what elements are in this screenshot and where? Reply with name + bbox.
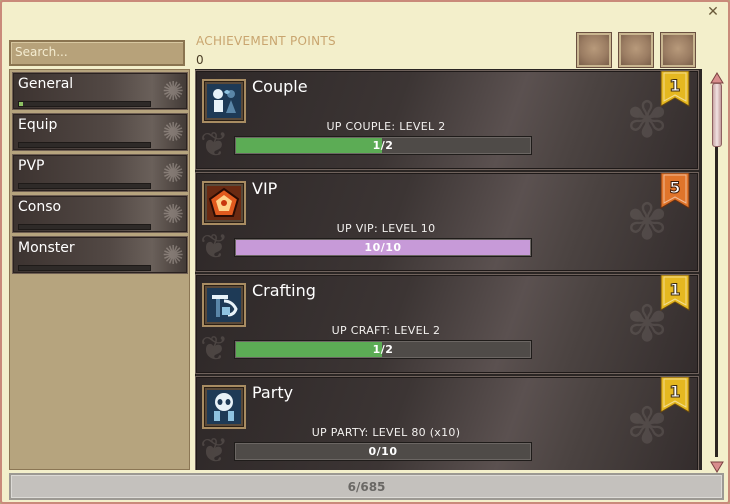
rank-badge: 5 — [660, 172, 690, 209]
leaf-icon: ✺ — [162, 77, 184, 107]
leaf-icon: ✺ — [162, 159, 184, 189]
reward-slot-3[interactable] — [661, 33, 695, 67]
rank-badge: 1 — [660, 376, 690, 413]
leaf-icon: ✺ — [162, 241, 184, 271]
achievement-progress-text: 10/10 — [364, 241, 402, 254]
leaf-icon: ✺ — [162, 200, 184, 230]
couple-icon — [202, 79, 246, 123]
achievement-points-label: ACHIEVEMENT POINTS — [196, 34, 336, 48]
category-progress-bar — [18, 183, 151, 189]
reward-slot-2[interactable] — [619, 33, 653, 67]
achievement-card-party[interactable]: ❦ ✾ Party UP PARTY: LEVEL 80 (x10) 0/10 — [195, 376, 699, 470]
category-conso[interactable]: Conso ✺ — [12, 195, 188, 233]
category-progress-bar — [18, 265, 151, 271]
achievement-card-crafting[interactable]: ❦ ✾ Crafting UP CRAFT: LEVEL 2 1/2 1 — [195, 274, 699, 374]
achievement-card-vip[interactable]: ❦ ✾ VIP UP VIP: LEVEL 10 10/10 5 — [195, 172, 699, 272]
category-progress-bar — [18, 142, 151, 148]
scroll-down-icon[interactable] — [710, 458, 724, 473]
achievements-window: ✕ Search... ACHIEVEMENT POINTS 0 General… — [0, 0, 730, 504]
reward-slot-1[interactable] — [577, 33, 611, 67]
achievement-progress-bar: 1/2 — [234, 340, 532, 359]
achievement-progress-text: 1/2 — [372, 343, 394, 356]
rank-badge: 1 — [660, 70, 690, 107]
category-progress-bar — [18, 101, 151, 107]
rank-value: 5 — [669, 178, 680, 197]
achievement-title: Party — [252, 383, 294, 402]
category-monster[interactable]: Monster ✺ — [12, 236, 188, 274]
rank-value: 1 — [669, 280, 680, 299]
achievement-description: UP PARTY: LEVEL 80 (x10) — [311, 426, 461, 439]
achievement-progress-bar: 10/10 — [234, 238, 532, 257]
achievement-description: UP COUPLE: LEVEL 2 — [326, 120, 446, 133]
achievement-points-value: 0 — [196, 53, 204, 67]
achievement-title: Couple — [252, 77, 308, 96]
scroll-thumb[interactable] — [712, 83, 722, 147]
scroll-up-icon[interactable] — [710, 69, 724, 84]
total-progress-text: 6/685 — [347, 480, 386, 494]
search-input[interactable]: Search... — [9, 40, 185, 66]
category-label: PVP — [18, 158, 45, 174]
achievement-card-couple[interactable]: ❦ ✾ Couple UP COUPLE: LEVEL 2 1/2 1 — [195, 70, 699, 170]
category-equip[interactable]: Equip ✺ — [12, 113, 188, 151]
rank-value: 1 — [669, 382, 680, 401]
category-progress-bar — [18, 224, 151, 230]
achievement-progress-text: 0/10 — [368, 445, 398, 458]
achievement-progress-bar: 1/2 — [234, 136, 532, 155]
achievement-description: UP VIP: LEVEL 10 — [336, 222, 436, 235]
category-pvp[interactable]: PVP ✺ — [12, 154, 188, 192]
category-label: General — [18, 76, 74, 92]
achievement-title: VIP — [252, 179, 278, 198]
crafting-icon — [202, 283, 246, 327]
achievement-progress-bar: 0/10 — [234, 442, 532, 461]
category-panel: General ✺ Equip ✺ PVP ✺ Conso ✺ Monster … — [9, 69, 190, 470]
category-label: Equip — [18, 117, 58, 133]
rank-value: 1 — [669, 76, 680, 95]
close-icon[interactable]: ✕ — [706, 5, 720, 19]
category-label: Conso — [18, 199, 62, 215]
party-icon — [202, 385, 246, 429]
achievement-title: Crafting — [252, 281, 316, 300]
achievement-description: UP CRAFT: LEVEL 2 — [331, 324, 441, 337]
category-general[interactable]: General ✺ — [12, 72, 188, 110]
total-progress-bar: 6/685 — [9, 473, 724, 500]
category-label: Monster — [18, 240, 75, 256]
achievement-list: ❦ ✾ Couple UP COUPLE: LEVEL 2 1/2 1 ❦ ✾ … — [195, 69, 702, 470]
vip-icon — [202, 181, 246, 225]
rank-badge: 1 — [660, 274, 690, 311]
leaf-icon: ✺ — [162, 118, 184, 148]
achievement-scrollbar[interactable] — [709, 69, 725, 473]
achievement-progress-text: 1/2 — [372, 139, 394, 152]
